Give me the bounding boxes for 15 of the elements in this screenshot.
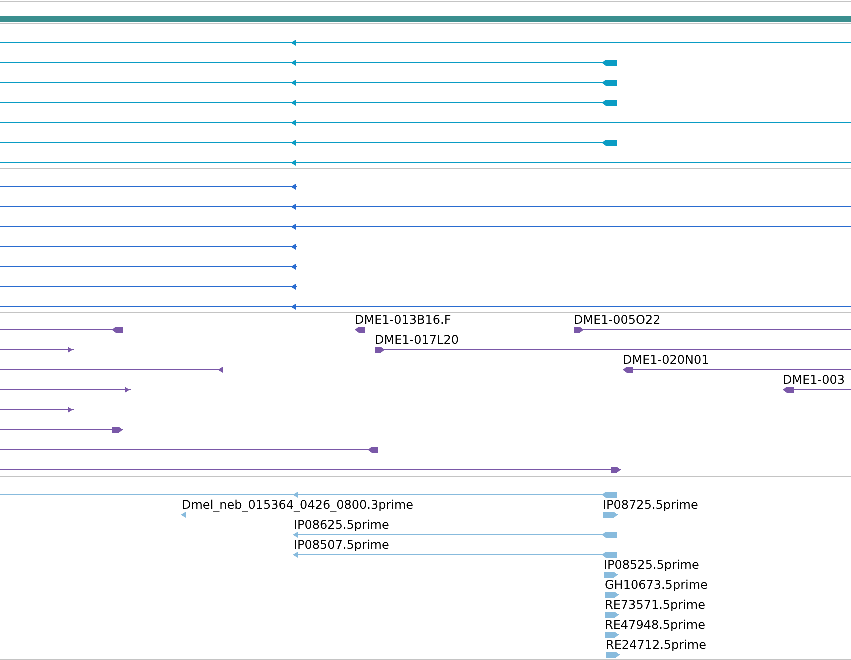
feature-label: RE73571.5prime bbox=[605, 598, 706, 612]
feature-label: DME1-003 bbox=[783, 373, 846, 387]
feature-label: IP08525.5prime bbox=[604, 558, 700, 572]
feature-label: GH10673.5prime bbox=[605, 578, 708, 592]
feature-label: DME1-017L20 bbox=[375, 333, 459, 347]
feature-label: RE47948.5prime bbox=[605, 618, 706, 632]
feature-label: IP08725.5prime bbox=[603, 498, 698, 512]
feature-label: DME1-005O22 bbox=[574, 313, 661, 327]
feature-label: IP08625.5prime bbox=[294, 518, 390, 532]
feature-arrow[interactable] bbox=[355, 327, 365, 333]
feature-label: DME1-013B16.F bbox=[355, 313, 452, 327]
feature-label: Dmel_neb_015364_0426_0800.3prime bbox=[182, 498, 414, 512]
feature-label: RE24712.5prime bbox=[606, 638, 706, 652]
feature-label: DME1-020N01 bbox=[623, 353, 710, 367]
feature-label: IP08507.5prime bbox=[294, 538, 390, 552]
